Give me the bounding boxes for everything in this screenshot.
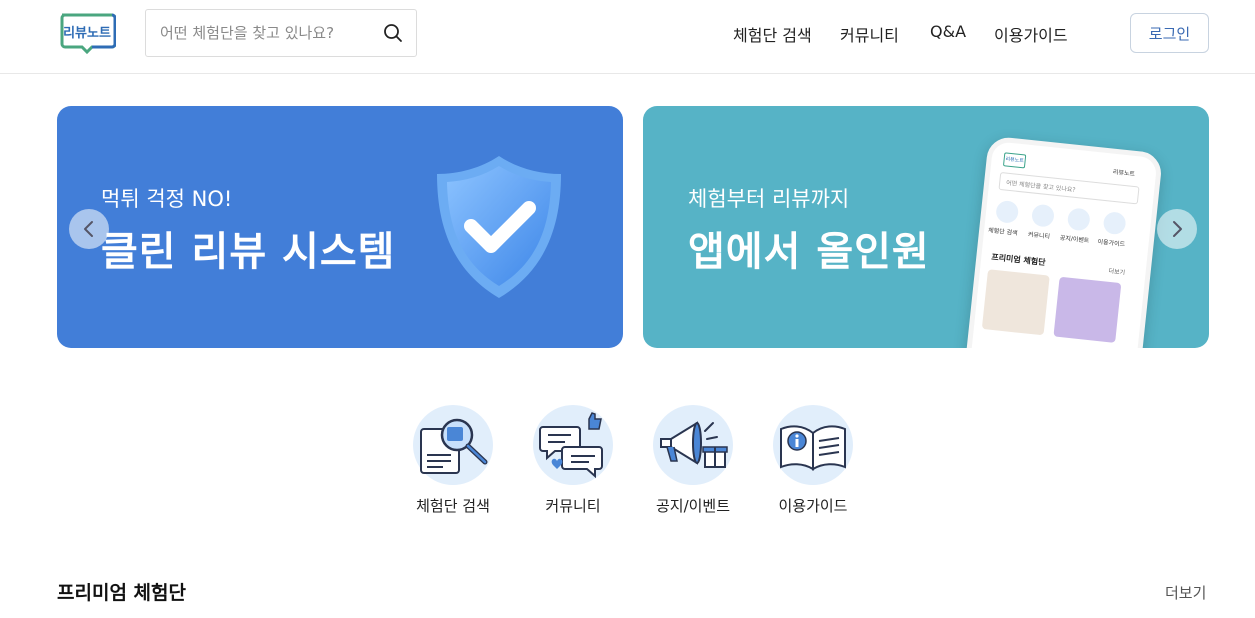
banner-app-allinone[interactable]: 체험부터 리뷰까지 앱에서 올인원 리뷰노트 리뷰노트 어떤 체험단을 찾고 있… [643, 106, 1209, 348]
carousel-prev-button[interactable] [69, 209, 109, 249]
phone-menu-label: 공지/이벤트 [1059, 234, 1090, 245]
search-document-icon [420, 418, 488, 474]
nav-item-qna[interactable]: Q&A [930, 22, 966, 46]
category-label: 체험단 검색 [416, 497, 490, 515]
nav-item-guide[interactable]: 이용가이드 [994, 22, 1068, 46]
carousel-next-button[interactable] [1157, 209, 1197, 249]
chevron-left-icon [84, 221, 93, 237]
shield-check-icon [437, 156, 561, 298]
phone-menu-icon [995, 199, 1020, 224]
phone-menu-label: 체험단 검색 [987, 227, 1018, 238]
header: 리뷰노트 체험단 검색 커뮤니티 Q&A 이용가이드 로그인 [0, 0, 1255, 74]
banner-subtitle: 체험부터 리뷰까지 [688, 187, 850, 211]
more-link[interactable]: 더보기 [1165, 582, 1206, 603]
phone-card-image [1053, 276, 1122, 343]
search-icon[interactable] [382, 22, 404, 44]
banner-subtitle: 먹튀 걱정 NO! [101, 187, 233, 211]
phone-card-image [981, 269, 1050, 336]
banner-title: 앱에서 올인원 [688, 229, 930, 275]
category-label: 공지/이벤트 [655, 497, 731, 515]
category-community[interactable]: 커뮤니티 [518, 405, 628, 525]
category-label: 커뮤니티 [545, 497, 601, 515]
megaphone-gift-icon [660, 421, 728, 468]
logo-text: 리뷰노트 [63, 25, 111, 41]
search-input[interactable] [160, 10, 380, 56]
chevron-right-icon [1173, 221, 1182, 237]
banner-clean-review[interactable]: 먹튀 걱정 NO! 클린 리뷰 시스템 [57, 106, 623, 348]
info-book-icon [780, 425, 846, 471]
category-label: 이용가이드 [778, 497, 848, 515]
phone-brand: 리뷰노트 [1112, 168, 1136, 179]
phone-more: 더보기 [1108, 267, 1126, 277]
search-box [145, 9, 417, 57]
logo[interactable]: 리뷰노트 [58, 11, 117, 55]
chat-bubbles-icon [539, 412, 603, 479]
category-search[interactable]: 체험단 검색 [398, 405, 508, 525]
phone-menu-label: 이용가이드 [1097, 238, 1126, 249]
phone-logo: 리뷰노트 [1002, 152, 1027, 169]
phone-search: 어떤 체험단을 찾고 있나요? [998, 171, 1140, 205]
banner-title: 클린 리뷰 시스템 [101, 229, 396, 275]
logo-icon: 리뷰노트 [60, 13, 117, 55]
nav-item-community[interactable]: 커뮤니티 [840, 22, 899, 46]
category-notice-event[interactable]: 공지/이벤트 [638, 405, 748, 525]
phone-menu-icon [1102, 211, 1127, 236]
category-guide[interactable]: 이용가이드 [758, 405, 868, 525]
category-icon-circle [653, 405, 733, 485]
section-title-premium: 프리미엄 체험단 [57, 582, 186, 604]
login-button[interactable]: 로그인 [1130, 13, 1209, 53]
phone-menu-icon [1066, 207, 1091, 232]
category-icon-circle [413, 405, 493, 485]
category-icon-circle [773, 405, 853, 485]
phone-menu-label: 커뮤니티 [1027, 231, 1051, 241]
category-icon-circle [533, 405, 613, 485]
nav-item-search[interactable]: 체험단 검색 [733, 22, 812, 46]
phone-section-title: 프리미엄 체험단 [990, 252, 1046, 268]
phone-menu-icon [1030, 203, 1056, 228]
phone-mockup: 리뷰노트 리뷰노트 어떤 체험단을 찾고 있나요? 체험단 검색 커뮤니티 공지… [961, 135, 1164, 348]
